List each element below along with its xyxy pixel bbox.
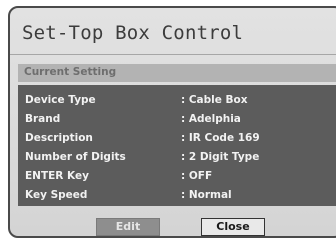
- current-setting-label: Current Setting: [24, 66, 117, 78]
- current-setting-header: Current Setting: [18, 64, 336, 82]
- close-button[interactable]: Close: [201, 218, 265, 236]
- setting-value: : OFF: [181, 170, 213, 182]
- setting-row-description: Description : IR Code 169: [18, 131, 336, 150]
- setting-label: Device Type: [25, 94, 96, 106]
- edit-button[interactable]: Edit: [96, 218, 160, 236]
- setting-label: Brand: [25, 113, 61, 125]
- setting-value: : Cable Box: [181, 94, 248, 106]
- setting-value: : 2 Digit Type: [181, 151, 260, 163]
- settings-panel: Device Type : Cable Box Brand : Adelphia…: [18, 85, 336, 206]
- setting-label: Number of Digits: [25, 151, 126, 163]
- setting-value: : Adelphia: [181, 113, 241, 125]
- setting-label: Key Speed: [25, 189, 88, 201]
- setting-row-number-of-digits: Number of Digits : 2 Digit Type: [18, 150, 336, 169]
- setting-value: : Normal: [181, 189, 232, 201]
- setting-row-device-type: Device Type : Cable Box: [18, 93, 336, 112]
- setting-label: ENTER Key: [25, 170, 89, 182]
- setting-value: : IR Code 169: [181, 132, 260, 144]
- set-top-box-control-dialog: Set-Top Box Control Current Setting Devi…: [8, 6, 336, 238]
- setting-label: Description: [25, 132, 93, 144]
- setting-row-key-speed: Key Speed : Normal: [18, 188, 336, 207]
- title-divider: [10, 54, 336, 55]
- setting-row-enter-key: ENTER Key : OFF: [18, 169, 336, 188]
- setting-row-brand: Brand : Adelphia: [18, 112, 336, 131]
- dialog-title: Set-Top Box Control: [22, 22, 244, 44]
